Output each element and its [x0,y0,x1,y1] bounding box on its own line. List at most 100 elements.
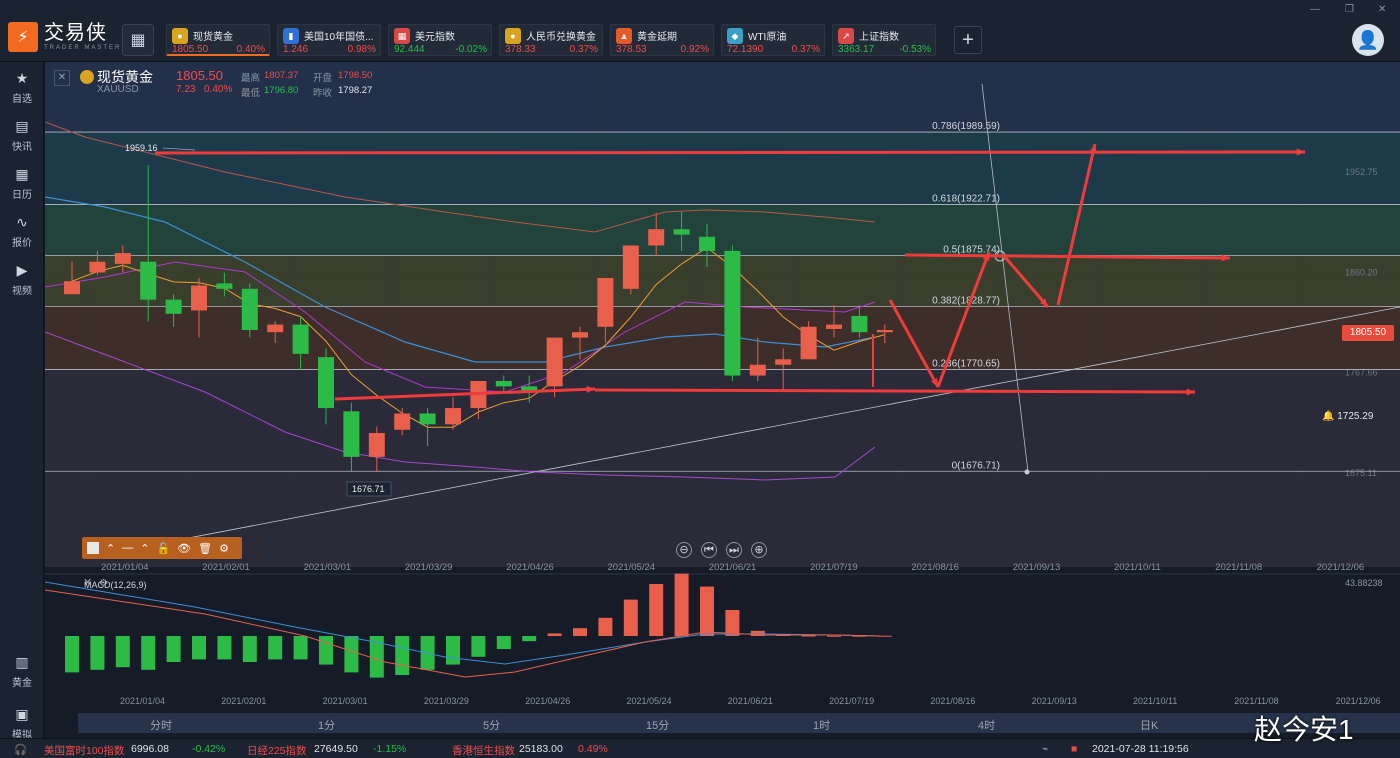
sidebar-item-news[interactable]: ▤ 快讯 [0,118,44,153]
sidebar-item-video[interactable]: ▶ 视频 [0,262,44,297]
sidebar-item-bookmark[interactable]: ★ 自选 [0,70,44,105]
user-avatar[interactable]: 👤 [1352,24,1384,56]
candle-body[interactable] [267,324,284,333]
period-tab-1[interactable]: 1分 [318,717,335,733]
trash-icon[interactable]: 🗑 [198,542,212,555]
add-ticker-button[interactable]: + [954,26,982,54]
line-icon[interactable]: — [122,542,133,554]
close-window-icon[interactable]: ✕ [1378,4,1386,15]
candle-body[interactable] [597,277,614,327]
headset-icon[interactable]: 🎧 [14,743,27,756]
settings-icon[interactable]: ⚙ [219,542,229,555]
resistance-arrow[interactable] [154,150,1306,155]
chevron-up-icon[interactable]: ⌃ [106,542,115,555]
macd-histogram-bar [166,636,181,662]
macd-x-tick-label: 2021/02/01 [221,696,266,706]
candle-body[interactable] [64,281,80,295]
zoom-out-icon[interactable]: ⊖ [676,542,692,558]
candle-body[interactable] [318,357,334,409]
candle-body[interactable] [241,288,258,331]
symbol-change: 7.23 [176,84,196,95]
ticker-icon: ● [505,28,521,44]
period-tab-0[interactable]: 分时 [150,717,172,733]
x-tick-label: 2021/01/04 [101,562,149,573]
ticker-0[interactable]: ● 现货黄金 1805.50 0.40% [166,24,270,56]
maximize-icon[interactable]: ❐ [1345,4,1354,15]
skip-forward-icon[interactable]: ⏭ [726,542,742,558]
ticker-price: 3363.17 [838,44,875,55]
candle-body[interactable] [445,408,461,425]
sidebar-item-wallet[interactable]: ▣ 模拟 [0,706,44,741]
grid-menu-button[interactable]: ▦ [122,24,154,56]
ticker-6[interactable]: ↗ 上证指数 3363.17 -0.53% [832,24,936,56]
fib-anchor-handle[interactable] [1024,469,1030,475]
eye-icon[interactable]: 👁 [177,542,191,555]
candle-body[interactable] [140,261,157,300]
candle-body[interactable] [114,253,131,264]
zoom-in-icon[interactable]: ⊕ [751,542,767,558]
candle-body[interactable] [648,229,665,246]
candle-body[interactable] [699,236,715,251]
square-icon[interactable] [87,542,99,554]
sidebar-item-gold[interactable]: ▥ 黄金 [0,654,44,689]
app-name-en: TRADER MASTER [44,45,122,51]
period-tab-2[interactable]: 5分 [483,717,500,733]
candle-body[interactable] [775,359,792,365]
index1-name[interactable]: 美国富时100指数 [44,743,125,758]
close-chart-icon[interactable]: ✕ [54,70,70,86]
candle-body[interactable] [572,332,588,338]
x-tick-label: 2021/03/01 [304,562,352,573]
ticker-2[interactable]: ▦ 美元指数 92.444 -0.02% [388,24,492,56]
candle-body[interactable] [724,250,741,376]
skip-back-icon[interactable]: ⏮ [701,542,717,558]
candle-body[interactable] [673,229,690,235]
minimize-icon[interactable]: — [1310,4,1320,15]
candle-body[interactable] [826,324,842,329]
candle-body[interactable] [89,261,106,273]
candle-body[interactable] [876,330,893,333]
chevron-up-icon[interactable]: ⌃ [140,542,149,555]
ticker-change: -0.53% [899,44,931,55]
low-value: 1796.80 [264,85,299,96]
candle-body[interactable] [343,411,360,457]
drawing-toolbox[interactable]: ⌃ — ⌃ 🔓 👁 🗑 ⚙ [82,537,242,559]
candle-body[interactable] [165,299,182,314]
chart-svg[interactable]: 1952.751860.201767.661675.110.786(1989.5… [45,62,1400,738]
index2-name[interactable]: 日经225指数 [247,743,307,758]
candle-body[interactable] [800,326,817,360]
ticker-1[interactable]: ▮ 美国10年国债... 1.246 0.98% [277,24,381,56]
bookmark-icon: ★ [15,70,29,86]
candle-body[interactable] [749,364,766,376]
ticker-3[interactable]: ● 人民币兑换黄金 378.33 0.37% [499,24,603,56]
candle-body[interactable] [419,413,436,425]
candle-body[interactable] [546,337,563,387]
period-tab-4[interactable]: 1时 [813,717,830,733]
candle-body[interactable] [216,283,233,289]
support-arrow-2[interactable] [594,388,1196,394]
alert-price-tag[interactable]: 🔔 1725.29 [1322,411,1373,422]
candle-body[interactable] [394,413,411,430]
candle-body[interactable] [495,380,512,387]
index3-name[interactable]: 香港恒生指数 [452,743,515,758]
candle-body[interactable] [191,285,207,311]
ticker-4[interactable]: ▲ 黄金延期 378.53 0.92% [610,24,714,56]
candle-body[interactable] [622,245,639,289]
macd-histogram-bar [217,636,232,660]
ticker-icon: ↗ [838,28,854,44]
period-tab-6[interactable]: 日K [1140,717,1158,733]
sidebar-label: 自选 [12,94,32,105]
sidebar-item-calendar[interactable]: ▦ 日历 [0,166,44,201]
high-value: 1807.37 [264,70,299,81]
bottom-status-bar: 🎧 美国富时100指数 6996.08 -0.42% 日经225指数 27649… [0,738,1400,758]
period-tab-5[interactable]: 4时 [978,717,995,733]
chart-area[interactable]: 1952.75 1860.20 1767.66 1675.11 0.786(1989.5… [45,62,1400,738]
lock-icon[interactable]: 🔓 [156,542,170,555]
period-tab-3[interactable]: 15分 [646,717,669,733]
ticker-price: 378.53 [616,44,647,55]
sidebar-item-quote[interactable]: ∿ 报价 [0,214,44,249]
candle-body[interactable] [851,315,868,333]
candle-body[interactable] [368,433,385,457]
gold-icon: ▥ [15,654,29,670]
candle-body[interactable] [292,324,309,354]
ticker-5[interactable]: ◆ WTI原油 72.1390 0.37% [721,24,825,56]
